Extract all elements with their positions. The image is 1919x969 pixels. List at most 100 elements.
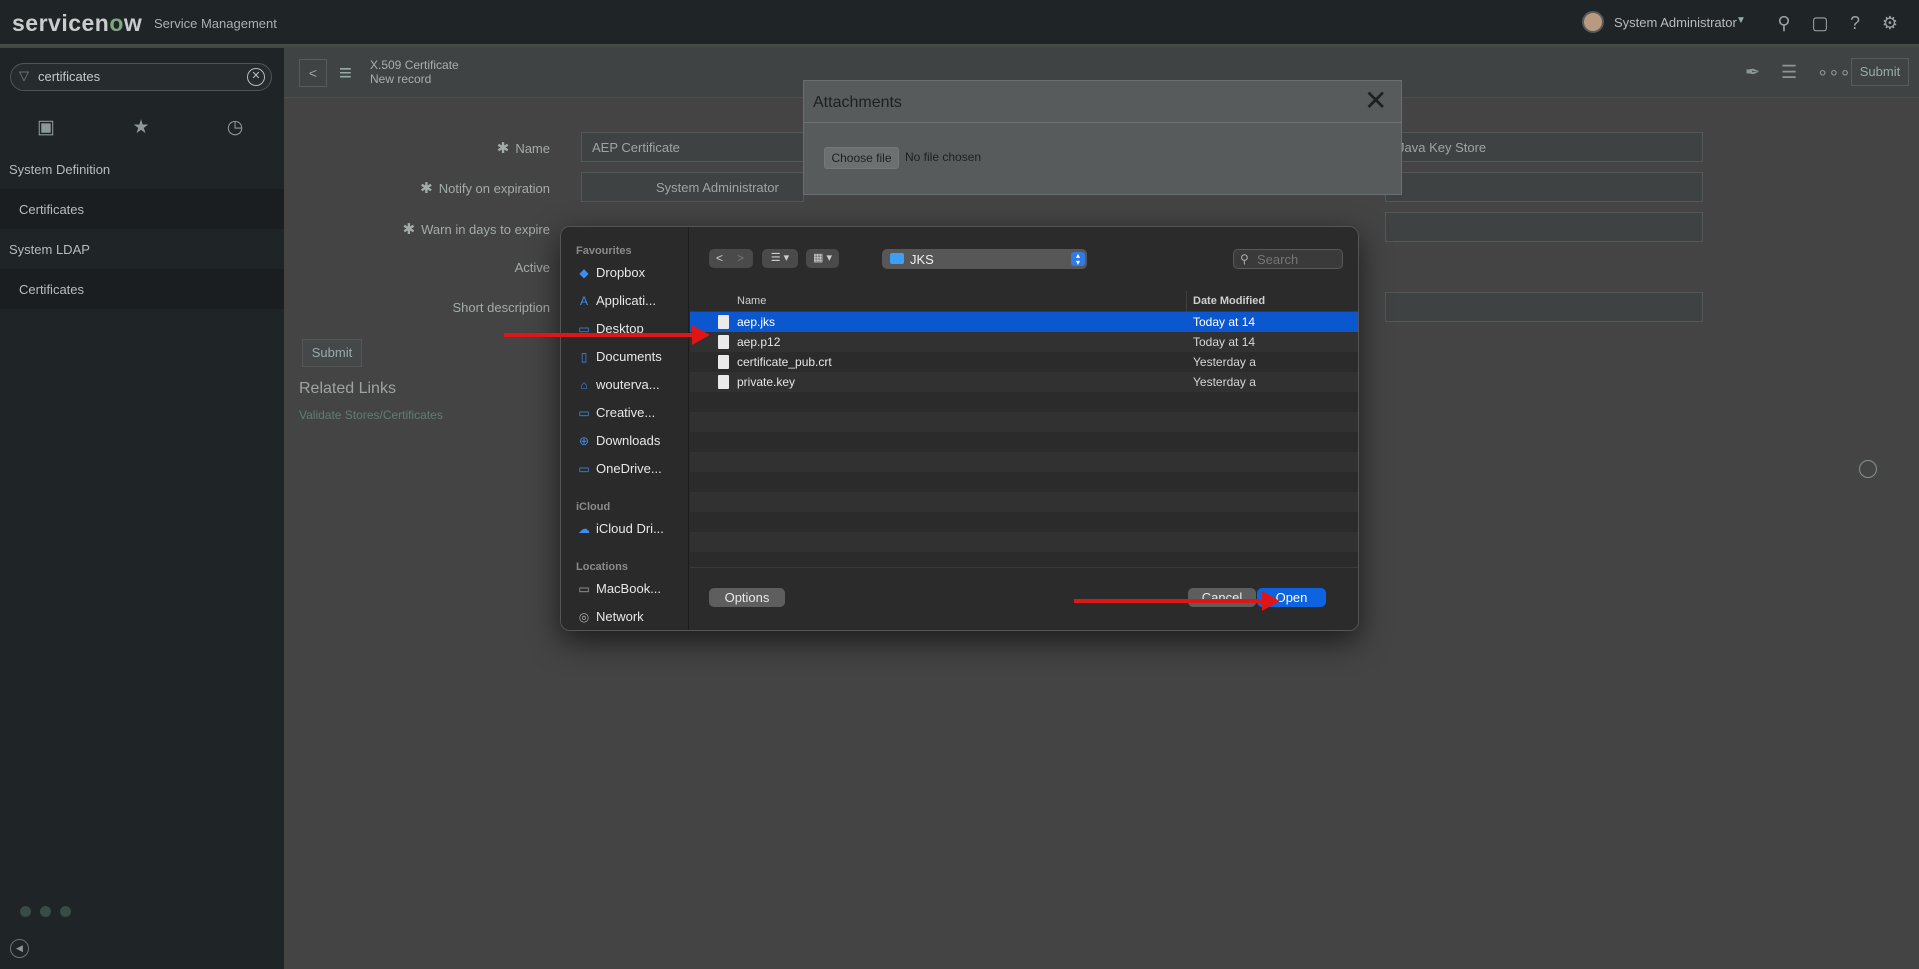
back-button[interactable]: <	[299, 59, 327, 87]
name-field[interactable]: AEP Certificate	[581, 132, 804, 162]
file-row-certificate-pub[interactable]: certificate_pub.crt Yesterday a	[690, 352, 1358, 372]
finder-sidebar: Favourites ◆ Dropbox A Applicati... ▭ Deskt…	[561, 227, 689, 630]
laptop-icon: ▭	[578, 582, 590, 596]
choose-file-button[interactable]: Choose file	[824, 147, 899, 169]
timer-icon[interactable]	[1859, 460, 1877, 478]
more-options-icon[interactable]: ∘∘∘	[1817, 62, 1851, 83]
date-modified-column-header[interactable]: Date Modified	[1193, 295, 1265, 307]
validate-stores-link[interactable]: Validate Stores/Certificates	[299, 408, 443, 422]
applications-icon: A	[579, 294, 588, 308]
file-row-private-key[interactable]: private.key Yesterday a	[690, 372, 1358, 392]
nav-section-system-ldap[interactable]: System LDAP	[9, 242, 90, 257]
hamburger-menu-icon[interactable]: ≡	[339, 60, 352, 86]
globe-icon: ◎	[578, 610, 590, 624]
nav-edit-dots[interactable]	[20, 905, 80, 920]
user-avatar[interactable]	[1582, 11, 1604, 33]
file-date: Yesterday a	[1193, 355, 1256, 369]
notify-field[interactable]: System Administrator	[581, 172, 804, 202]
type-detail-field[interactable]	[1385, 172, 1703, 202]
submit-button[interactable]: Submit	[1851, 58, 1909, 86]
keystore-password-field[interactable]	[1385, 212, 1703, 242]
file-name: aep.p12	[737, 335, 781, 349]
file-name: certificate_pub.crt	[737, 355, 832, 369]
file-icon	[718, 355, 729, 369]
sidebar-item-documents[interactable]: ▯ Documents	[576, 349, 686, 369]
list-view-icon[interactable]: ☰ ▾	[762, 249, 798, 268]
empty-row	[690, 552, 1358, 566]
cancel-button[interactable]: Cancel	[1188, 588, 1256, 607]
all-apps-icon[interactable]: ▣	[32, 116, 60, 140]
sidebar-item-downloads[interactable]: ⊕ Downloads	[576, 433, 686, 453]
sidebar-item-desktop[interactable]: ▭ Desktop	[576, 321, 686, 341]
file-browser: <> ☰ ▾ ▦ ▾ JKS ▴▾ ⚲ Name Date Modified a…	[690, 227, 1358, 630]
document-icon: ▯	[580, 350, 588, 364]
name-column-header[interactable]: Name	[737, 295, 766, 307]
file-icon	[718, 375, 729, 389]
gear-icon[interactable]: ⚙	[1879, 12, 1901, 34]
close-icon[interactable]: ✕	[1364, 87, 1387, 115]
history-clock-icon[interactable]: ◷	[221, 116, 249, 140]
collapse-nav-icon[interactable]: ◀	[10, 939, 29, 958]
chevron-down-icon[interactable]: ▼	[1736, 15, 1746, 26]
search-field[interactable]: ⚲	[1233, 249, 1343, 269]
search-input[interactable]	[1257, 252, 1339, 267]
sidebar-item-dropbox[interactable]: ◆ Dropbox	[576, 265, 686, 285]
no-file-text: No file chosen	[905, 150, 982, 164]
record-state: New record	[370, 72, 432, 86]
folder-icon	[890, 253, 904, 264]
active-label: Active	[514, 260, 550, 275]
modal-divider	[804, 122, 1401, 123]
help-icon[interactable]: ?	[1844, 12, 1866, 34]
sidebar-item-applications[interactable]: A Applicati...	[576, 293, 686, 313]
folder-icon: ▭	[578, 406, 590, 420]
nav-item-label: Certificates	[19, 282, 85, 297]
empty-row	[690, 452, 1358, 472]
file-list: aep.jks Today at 14 aep.p12 Today at 14 …	[690, 312, 1358, 566]
folder-location-popup[interactable]: JKS ▴ ▾	[882, 249, 1087, 269]
sidebar-item-icloud-drive[interactable]: ☁ iCloud Dri...	[576, 521, 686, 541]
favorites-star-icon[interactable]: ★	[127, 116, 155, 140]
settings-sliders-icon[interactable]: ☰	[1781, 62, 1797, 83]
empty-row	[690, 392, 1358, 412]
grid-view-icon[interactable]: ▦ ▾	[806, 249, 839, 268]
sidebar-item-home[interactable]: ⌂ wouterva...	[576, 377, 686, 397]
nav-item-certificates[interactable]: Certificates	[0, 269, 284, 309]
related-links-title: Related Links	[299, 380, 396, 397]
short-description-field[interactable]	[1385, 292, 1703, 322]
nav-item-certificates[interactable]: Certificates	[0, 189, 284, 229]
filter-input[interactable]	[38, 69, 238, 84]
nav-section-system-definition[interactable]: System Definition	[9, 162, 110, 177]
submit-button[interactable]: Submit	[302, 339, 362, 367]
sidebar-item-creative[interactable]: ▭ Creative...	[576, 405, 686, 425]
folder-icon: ▭	[578, 462, 590, 476]
search-icon[interactable]: ⚲	[1773, 12, 1795, 34]
sidebar-item-macbook[interactable]: ▭ MacBook...	[576, 581, 686, 601]
sidebar-item-onedrive[interactable]: ▭ OneDrive...	[576, 461, 686, 481]
clear-icon[interactable]: ✕	[247, 68, 265, 86]
back-forward-buttons[interactable]: < >	[709, 249, 753, 268]
user-menu[interactable]: System Administrator	[1614, 15, 1737, 30]
navigator-filter[interactable]: ▽ ✕	[10, 63, 272, 91]
options-button[interactable]: Options	[709, 588, 785, 607]
empty-row	[690, 492, 1358, 512]
attachments-title: Attachments	[813, 94, 902, 111]
type-select[interactable]: Java Key Store	[1385, 132, 1703, 162]
filter-icon: ▽	[19, 68, 29, 83]
application-navigator: ▽ ✕ ▣ ★ ◷ System Definition Certificates…	[0, 48, 284, 969]
top-header: servicenow Service Management System Adm…	[0, 0, 1919, 46]
locations-header: Locations	[576, 561, 628, 573]
short-description-label: Short description	[452, 300, 550, 315]
file-name: aep.jks	[737, 315, 776, 329]
file-date: Yesterday a	[1193, 375, 1256, 389]
file-row-aep-p12[interactable]: aep.p12 Today at 14	[690, 332, 1358, 352]
column-separator[interactable]	[1186, 291, 1187, 312]
chat-icon[interactable]: ▢	[1809, 12, 1831, 34]
file-row-aep-jks[interactable]: aep.jks Today at 14	[690, 312, 1358, 332]
sidebar-item-network[interactable]: ◎ Network	[576, 609, 686, 629]
chevron-right-icon[interactable]: >	[730, 249, 751, 268]
file-name: private.key	[737, 375, 796, 389]
chevron-left-icon[interactable]: <	[709, 249, 730, 268]
empty-row	[690, 472, 1358, 492]
paperclip-icon[interactable]: ✒	[1745, 62, 1760, 83]
servicenow-logo[interactable]: servicenow	[12, 10, 142, 37]
